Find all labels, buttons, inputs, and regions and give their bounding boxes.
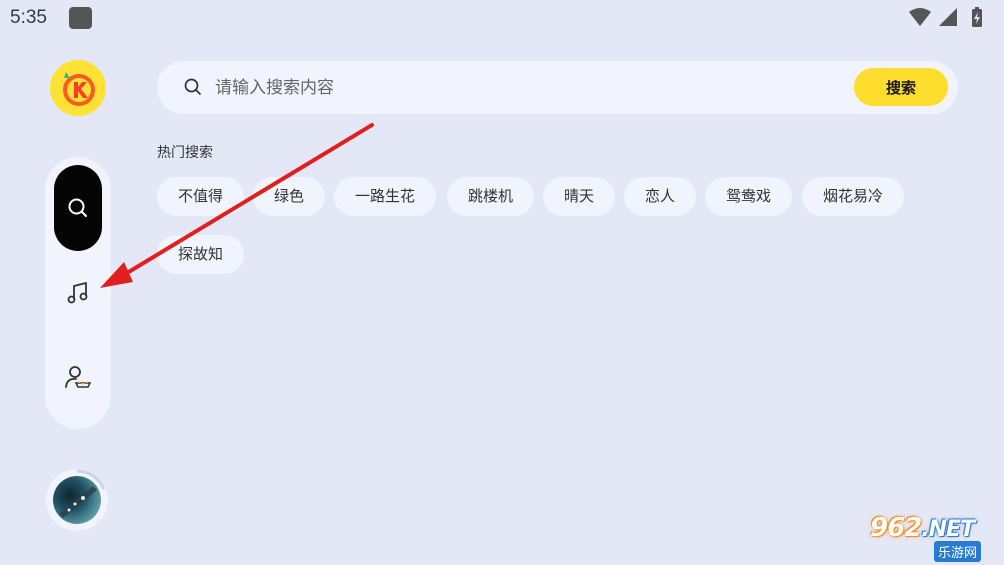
status-icons (908, 6, 996, 30)
side-nav (45, 157, 111, 429)
search-icon (184, 78, 201, 95)
album-cover (53, 476, 101, 524)
hot-search-title: 热门搜索 (157, 145, 213, 161)
user-vip-icon (65, 366, 92, 388)
logo-icon (50, 60, 106, 116)
search-button[interactable]: 搜索 (854, 68, 948, 106)
hot-search-tag[interactable]: 烟花易冷 (802, 177, 905, 216)
hot-search-tag[interactable]: 不值得 (157, 177, 245, 216)
nav-item-search[interactable] (54, 165, 102, 251)
nav-item-profile[interactable] (54, 356, 102, 398)
hot-search-tag[interactable]: 鸳鸯戏 (705, 177, 793, 216)
hot-search-tag[interactable]: 绿色 (253, 177, 326, 216)
hot-search-tag[interactable]: 恋人 (624, 177, 697, 216)
wifi-icon (909, 8, 931, 26)
status-bar: 5:35 (0, 0, 1004, 38)
watermark-main: 962.NET (870, 513, 975, 543)
hot-search-tag[interactable]: 晴天 (543, 177, 616, 216)
hot-search-tag[interactable]: 一路生花 (334, 177, 437, 216)
watermark-sub: 乐游网 (934, 541, 982, 562)
search-icon (68, 198, 87, 217)
nav-item-music[interactable] (54, 272, 102, 314)
music-note-icon (67, 282, 88, 304)
hot-search-tag[interactable]: 探故知 (157, 235, 245, 274)
watermark-logo: 962.NET 乐游网 (862, 513, 1004, 565)
search-bar: 搜索 (157, 61, 958, 114)
signal-icon (939, 8, 957, 26)
hot-search-tag[interactable]: 跳楼机 (447, 177, 535, 216)
app-logo[interactable] (50, 60, 106, 116)
now-playing-disc[interactable] (46, 469, 108, 531)
search-input[interactable] (215, 73, 835, 102)
battery-icon (972, 7, 982, 27)
status-time: 5:35 (10, 7, 47, 28)
app-notification-icon (69, 7, 92, 29)
